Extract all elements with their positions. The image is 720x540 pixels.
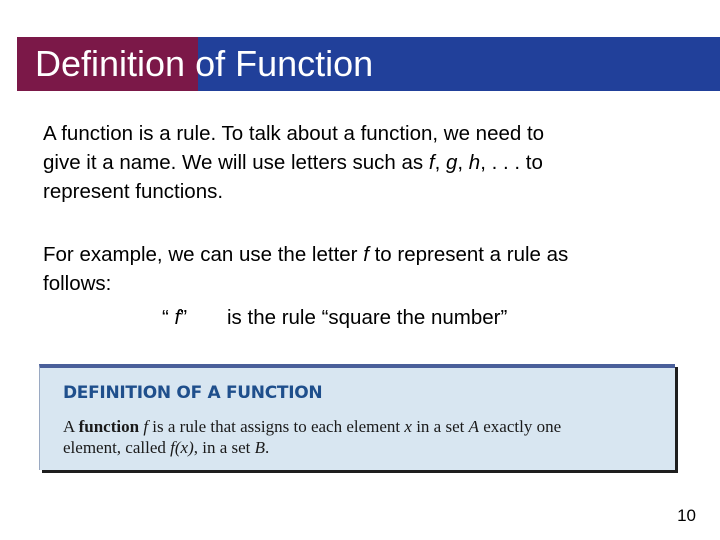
rule-function-name: “ f” bbox=[162, 303, 187, 332]
definition-body: A function f is a rule that assigns to e… bbox=[63, 416, 561, 458]
example-paragraph: For example, we can use the letter f to … bbox=[43, 240, 568, 298]
intro-line-1: A function is a rule. To talk about a fu… bbox=[43, 122, 545, 145]
definition-line-1: A function f is a rule that assigns to e… bbox=[63, 416, 561, 437]
intro-line-2: give it a name. We will use letters such… bbox=[43, 148, 544, 177]
example-line-1: For example, we can use the letter f to … bbox=[43, 240, 568, 269]
example-line-2: follows: bbox=[43, 272, 112, 295]
text: to represent a rule as bbox=[368, 243, 569, 266]
definition-line-2: element, called f(x), in a set B. bbox=[63, 437, 561, 458]
text: , . . . to bbox=[480, 151, 543, 174]
rule-description: is the rule “square the number” bbox=[227, 306, 508, 329]
text: give it a name. We will use letters such… bbox=[43, 151, 429, 174]
text: A bbox=[63, 417, 79, 436]
open-quote: “ bbox=[162, 306, 175, 329]
text: element, called bbox=[63, 438, 171, 457]
var-g: g bbox=[445, 151, 458, 174]
intro-paragraph: A function is a rule. To talk about a fu… bbox=[43, 119, 544, 206]
page-number: 10 bbox=[677, 506, 696, 525]
text: For example, we can use the letter bbox=[43, 243, 364, 266]
definition-box: DEFINITION OF A FUNCTION A function f is… bbox=[39, 364, 675, 470]
slide-title: Definition of Function bbox=[35, 41, 373, 87]
set-A: A bbox=[468, 417, 479, 436]
text: , in a set bbox=[193, 438, 255, 457]
var-x: x bbox=[404, 417, 412, 436]
title-part-1: Definition bbox=[35, 43, 186, 84]
text: , bbox=[457, 151, 469, 174]
text: exactly one bbox=[478, 417, 562, 436]
text: , bbox=[434, 151, 446, 174]
var-h: h bbox=[468, 151, 481, 174]
intro-line-3: represent functions. bbox=[43, 180, 224, 203]
definition-title: DEFINITION OF A FUNCTION bbox=[63, 383, 323, 403]
text: is a rule that assigns to each element bbox=[148, 417, 405, 436]
title-bar: Definition of Function bbox=[17, 37, 720, 91]
title-part-2: of Function bbox=[185, 43, 374, 84]
expr-f-of-x: f(x) bbox=[170, 438, 194, 457]
text: in a set bbox=[411, 417, 469, 436]
close-quote: ” bbox=[180, 306, 188, 329]
text: . bbox=[265, 438, 270, 457]
set-B: B bbox=[254, 438, 266, 457]
term-function: function bbox=[78, 417, 140, 436]
